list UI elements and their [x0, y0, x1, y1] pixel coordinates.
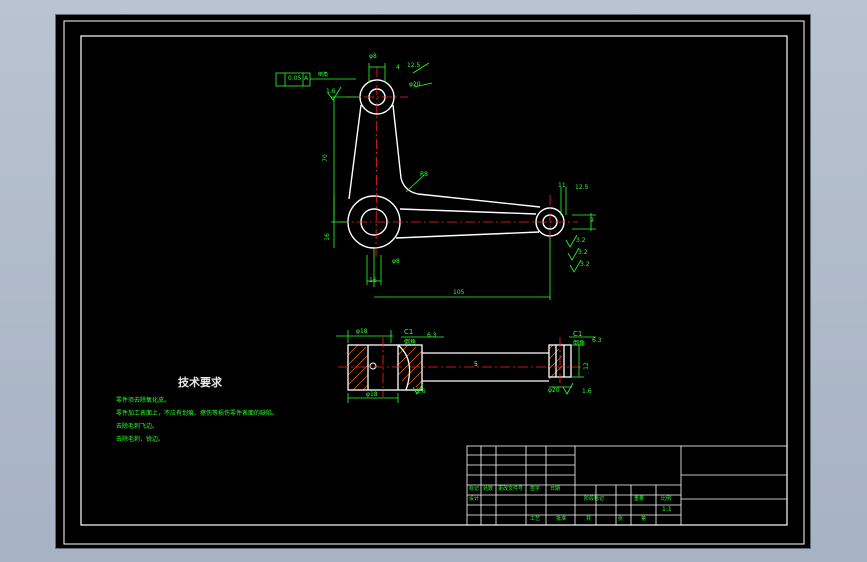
section-width: 5	[474, 361, 478, 368]
section-right-finish-b: 1.6	[582, 388, 592, 395]
section-left-finish: 1.6	[416, 388, 426, 395]
dim-top-angle: 12.5	[407, 62, 421, 69]
cad-viewport[interactable]: φ8 4 12.5 φ20 0.05 A 倒角 1.6 70 R8 16 φ8 …	[55, 14, 811, 549]
finish-top-label: 倒角	[318, 72, 329, 78]
section-chamfer: C1	[404, 328, 414, 336]
dim-right-height: 9	[590, 217, 594, 224]
section-right-chamfer: C1	[573, 330, 583, 338]
section-taper	[397, 344, 411, 391]
dim-top-dia: φ20	[409, 81, 421, 88]
tb-scale: 比例	[661, 496, 672, 502]
section-pin-hole	[369, 362, 377, 370]
finish-top: 1.6	[326, 88, 336, 95]
section-right-dia: φ20	[548, 387, 560, 394]
drawing-sheet	[63, 20, 805, 545]
tech-requirement-2: 零件加工表面上，不应有划痕、擦伤等损伤零件表面的缺陷。	[116, 410, 279, 417]
section-right-text: 倒角	[573, 340, 586, 347]
section-left-dia: φ18	[366, 391, 378, 398]
tb-mark: 标记	[469, 486, 480, 492]
section-bore: φ18	[356, 328, 368, 335]
section-hatch	[347, 344, 563, 391]
tb-approve: 批准	[556, 516, 567, 522]
vertical-arm-right	[392, 104, 541, 208]
tech-requirement-4: 去除毛刺，锐边。	[116, 436, 165, 443]
tb-design: 设计	[469, 496, 480, 502]
section-finish: 6.3	[427, 332, 437, 339]
dim-left-offset: 16	[323, 233, 331, 241]
right-finish-a: 3.2	[576, 237, 586, 244]
section-right-height: 12	[582, 362, 590, 370]
tb-count: 处数	[483, 486, 494, 492]
centerlines	[339, 66, 578, 260]
dim-bottom: φ8	[392, 258, 400, 265]
tb-zone: 更改文件号	[498, 486, 524, 492]
tb-sign: 签字	[530, 486, 541, 492]
dimension-lines	[275, 62, 596, 300]
dim-right-angle: 12.5	[575, 184, 589, 191]
bottom-boss-outer	[347, 195, 401, 249]
tb-date: 日期	[550, 486, 561, 492]
section-chamfer-text: 倒角	[404, 339, 417, 346]
right-finish-b: 3.2	[578, 249, 588, 256]
dim-right-width: 11	[558, 182, 566, 189]
tb-sheet-total: 共	[586, 516, 592, 522]
tb-weight: 重量	[634, 496, 645, 502]
dim-arm-radius: R8	[420, 171, 428, 178]
flatness-ref: A	[304, 75, 309, 82]
flatness-value: 0.05	[288, 75, 302, 82]
horizontal-arm-top	[399, 208, 537, 215]
tb-sheet-label: 张	[618, 516, 624, 522]
tech-requirement-1: 零件须去除氧化皮。	[116, 397, 171, 404]
dim-top-hole-depth: 4	[396, 64, 400, 71]
tb-sheet-no: 第	[641, 516, 647, 522]
dim-top-boss: φ8	[369, 53, 377, 60]
dim-vertical-length: 70	[321, 154, 329, 162]
tech-requirements-title: 技术要求	[178, 376, 222, 389]
right-finish-c: 3.2	[580, 261, 590, 268]
horizontal-arm-bottom	[395, 231, 540, 239]
outer-frame	[63, 20, 805, 545]
dim-horizontal-length: 105	[453, 289, 465, 296]
tb-process: 工艺	[530, 516, 541, 522]
vertical-arm-left	[348, 104, 362, 200]
tb-stage-mark: 阶段标记	[584, 496, 605, 502]
tech-requirement-3: 去除毛刺飞边。	[116, 423, 159, 430]
section-right-finish: 6.3	[592, 337, 602, 344]
tb-scale-value: 1:1	[662, 506, 672, 513]
lever-front-view	[347, 79, 565, 249]
dim-bottom-width: 16	[369, 277, 377, 284]
